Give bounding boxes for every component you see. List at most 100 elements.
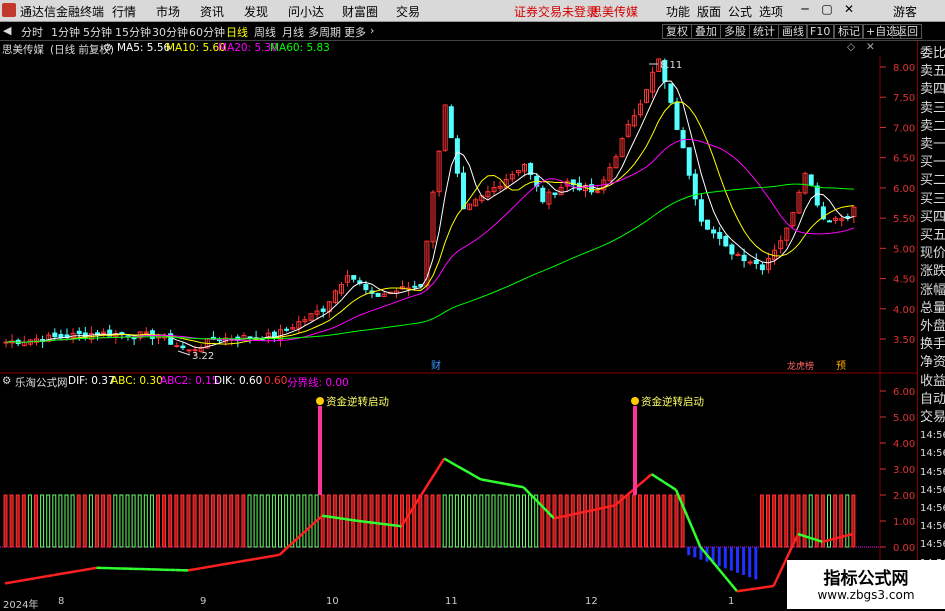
side-panel-item[interactable]: 卖五	[920, 63, 945, 81]
f10-button[interactable]: F10	[806, 24, 834, 39]
period-60min[interactable]: 60分钟	[189, 24, 225, 40]
indicator-bar	[651, 495, 654, 547]
menu-market[interactable]: 市场	[156, 3, 180, 20]
side-panel-item[interactable]: 买四	[920, 209, 945, 227]
minimize-icon[interactable]: ─	[796, 2, 814, 18]
side-panel-item[interactable]: 交易	[920, 409, 945, 427]
menu-quotes[interactable]: 行情	[112, 3, 136, 20]
indicator-bar	[571, 495, 574, 547]
signal-label: 资金逆转启动	[641, 395, 704, 408]
side-panel-item[interactable]: 净资	[920, 354, 945, 372]
side-panel-item[interactable]: 14:56	[920, 518, 945, 536]
period-daily[interactable]: 日线	[226, 24, 248, 40]
indicator-bar	[767, 495, 770, 547]
side-panel-item[interactable]: 14:56	[920, 500, 945, 518]
multi-stock-button[interactable]: 多股	[720, 24, 750, 39]
menu-layout[interactable]: 版面	[697, 3, 721, 20]
draw-button[interactable]: 画线	[778, 24, 808, 39]
chart-diamond-icon[interactable]: ◇	[847, 41, 855, 53]
indicator-bar	[577, 495, 580, 547]
menu-wealth[interactable]: 财富圈	[342, 3, 378, 20]
guest-label[interactable]: 游客	[893, 3, 917, 20]
side-panel-item[interactable]: 换手	[920, 336, 945, 354]
period-1min[interactable]: 1分钟	[51, 24, 80, 40]
menu-ask[interactable]: 问小达	[288, 3, 324, 20]
period-prev-icon[interactable]: ◀	[3, 24, 11, 37]
indicator-bar	[504, 495, 507, 547]
login-notice[interactable]: 证券交易未登录	[514, 3, 598, 20]
period-30min[interactable]: 30分钟	[152, 24, 188, 40]
period-multi[interactable]: 多周期	[308, 24, 341, 40]
period-15min[interactable]: 15分钟	[115, 24, 151, 40]
side-panel-item[interactable]: 现价	[920, 245, 945, 263]
indicator-line-segment	[11, 581, 17, 582]
side-panel-item[interactable]: 卖四	[920, 81, 945, 99]
overlay-button[interactable]: 叠加	[691, 24, 721, 39]
indicator-line-segment	[664, 482, 670, 486]
side-panel-item[interactable]: 买二	[920, 172, 945, 190]
close-icon[interactable]: ✕	[840, 2, 858, 18]
side-panel-item[interactable]: 收益	[920, 373, 945, 391]
period-weekly[interactable]: 周线	[254, 24, 276, 40]
side-panel-item[interactable]: 涨跌	[920, 263, 945, 281]
indicator-bar	[83, 495, 86, 547]
period-more-chevron-icon[interactable]: ›	[370, 24, 374, 37]
indicator-line-segment	[353, 520, 359, 521]
side-panel-item[interactable]: 14:56	[920, 482, 945, 500]
side-panel-item[interactable]: 卖一	[920, 136, 945, 154]
side-panel-item[interactable]: 买五	[920, 227, 945, 245]
side-panel-item[interactable]: 14:56	[920, 445, 945, 463]
back-button[interactable]: 返回	[892, 24, 922, 39]
indicator-bar	[541, 495, 544, 547]
stock-name-header: 思美传媒	[590, 3, 638, 20]
indicator-line-segment	[743, 589, 749, 590]
side-panel-item[interactable]: 总量	[920, 300, 945, 318]
period-intraday[interactable]: 分时	[21, 24, 43, 40]
side-panel-item[interactable]: 委比	[920, 45, 945, 63]
menu-options[interactable]: 选项	[759, 3, 783, 20]
indicator-bar	[175, 495, 178, 547]
indicator-line-segment	[194, 568, 200, 569]
indicator-bar	[791, 495, 794, 547]
stats-button[interactable]: 统计	[749, 24, 779, 39]
candle-body	[675, 102, 679, 129]
side-panel-item[interactable]: 买三	[920, 191, 945, 209]
indicator-line-segment	[469, 472, 475, 475]
period-5min[interactable]: 5分钟	[83, 24, 112, 40]
side-panel-item[interactable]: 涨幅	[920, 282, 945, 300]
ma10-value: MA10: 5.60	[166, 42, 226, 54]
chart-close-icon[interactable]: ✕	[866, 41, 875, 53]
menu-trade[interactable]: 交易	[396, 3, 420, 20]
adjust-button[interactable]: 复权	[662, 24, 692, 39]
indicator-bar	[376, 495, 379, 547]
high-price-label: 8.11	[660, 60, 682, 71]
period-monthly[interactable]: 月线	[282, 24, 304, 40]
y-tick-label: 6.00	[893, 184, 915, 195]
side-panel-item[interactable]: 14:56	[920, 536, 945, 554]
side-panel-item[interactable]: 卖二	[920, 118, 945, 136]
side-panel-item[interactable]: 14:56	[920, 427, 945, 445]
menu-function[interactable]: 功能	[666, 3, 690, 20]
mark-button[interactable]: 标记	[834, 24, 864, 39]
settings-gear-icon[interactable]: ⚙	[103, 42, 112, 54]
indicator-line-segment	[554, 517, 560, 518]
indicator-bar	[224, 495, 227, 547]
indicator-plot: 资金逆转启动资金逆转启动	[0, 395, 880, 591]
chart-area[interactable]: 8.007.507.006.506.005.505.004.504.003.50…	[0, 56, 917, 596]
period-more[interactable]: 更多	[344, 24, 366, 40]
indicator-bar	[388, 495, 391, 547]
candle-body	[730, 245, 734, 254]
menu-news[interactable]: 资讯	[200, 3, 224, 20]
indicator-bar	[370, 495, 373, 547]
candle-body	[462, 173, 466, 209]
side-panel-item[interactable]: 买一	[920, 154, 945, 172]
side-panel-item[interactable]: 14:56	[920, 464, 945, 482]
side-panel-item[interactable]: 外盘	[920, 318, 945, 336]
side-panel-item[interactable]: 卖三	[920, 100, 945, 118]
menu-formula[interactable]: 公式	[728, 3, 752, 20]
indicator-line-segment	[841, 536, 847, 538]
candle-body	[809, 175, 813, 185]
restore-icon[interactable]: ▢	[818, 2, 836, 18]
side-panel-item[interactable]: 自动	[920, 391, 945, 409]
menu-discover[interactable]: 发现	[244, 3, 268, 20]
